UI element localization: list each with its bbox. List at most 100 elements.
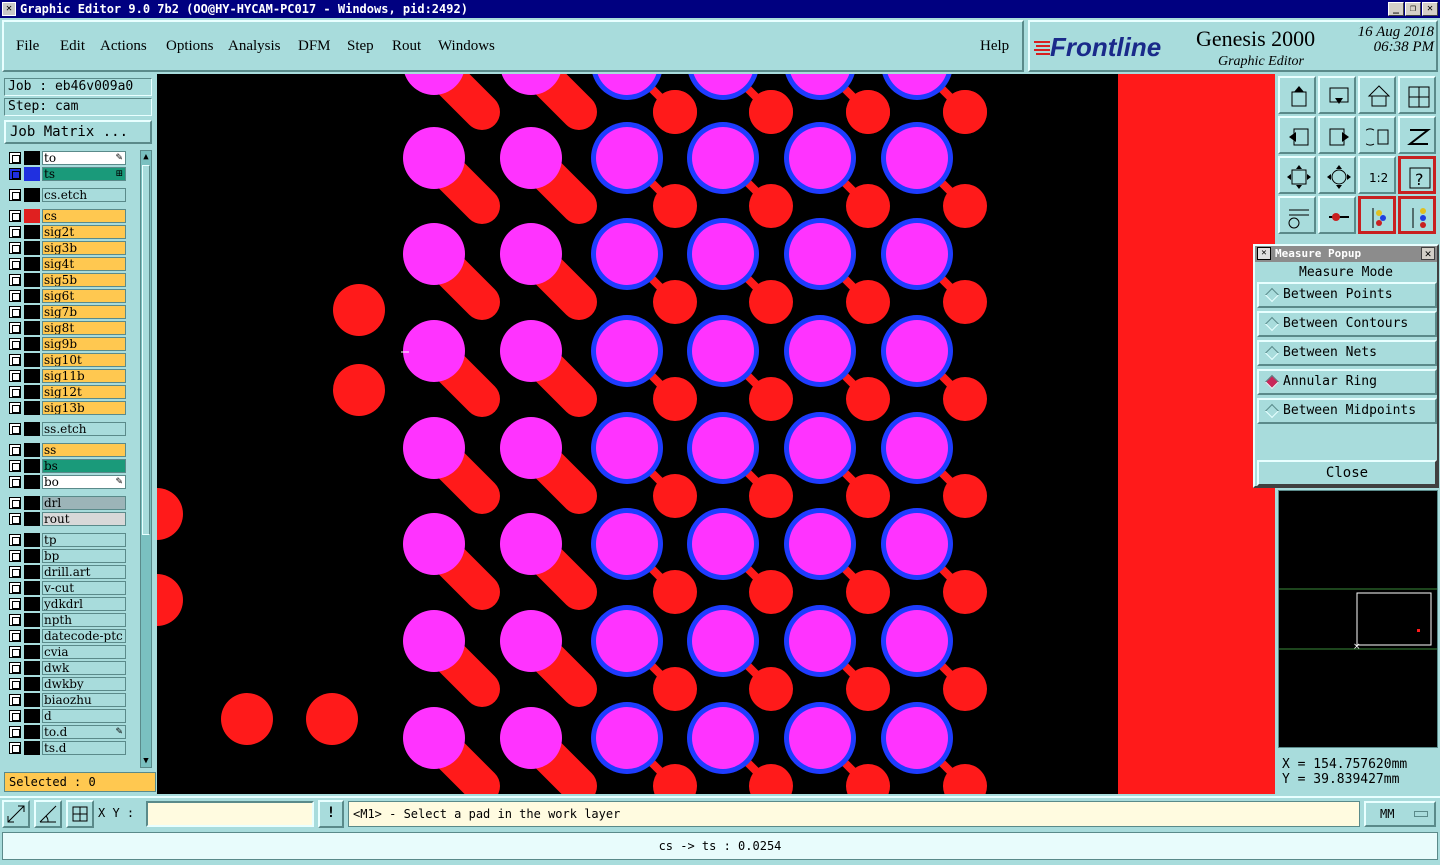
layer-checkbox[interactable] [9, 630, 21, 642]
layer-color-swatch[interactable] [24, 677, 40, 691]
layer-checkbox[interactable] [9, 258, 21, 270]
layer-row-sig4t[interactable]: sig4t [4, 256, 126, 272]
layer-checkbox[interactable] [9, 354, 21, 366]
layer-row-ts[interactable]: ts ⊞ [4, 166, 126, 182]
layer-row-sig10t[interactable]: sig10t [4, 352, 126, 368]
minimize-button[interactable]: _ [1388, 2, 1404, 16]
layer-color-swatch[interactable] [24, 289, 40, 303]
layer-row-sig8t[interactable]: sig8t [4, 320, 126, 336]
snap-button[interactable] [1318, 196, 1356, 234]
layer-color-swatch[interactable] [24, 725, 40, 739]
layer-color-swatch[interactable] [24, 209, 40, 223]
layer-row-sig5b[interactable]: sig5b [4, 272, 126, 288]
layer-row-ss[interactable]: ss [4, 442, 126, 458]
layer-name[interactable]: tp [42, 533, 126, 547]
layers-button[interactable] [1358, 196, 1396, 234]
layer-name[interactable]: v-cut [42, 581, 126, 595]
layer-name[interactable]: drill.art [42, 565, 126, 579]
popup-menu-icon[interactable]: ✕ [1257, 247, 1271, 260]
menu-file[interactable]: File [16, 38, 39, 55]
layer-row-dwk[interactable]: dwk [4, 660, 126, 676]
layer-name[interactable]: sig5b [42, 273, 126, 287]
layer-checkbox[interactable] [9, 226, 21, 238]
layer-name[interactable]: bp [42, 549, 126, 563]
layer-row-sig7b[interactable]: sig7b [4, 304, 126, 320]
option-between-nets[interactable]: Between Nets [1257, 340, 1437, 366]
help-button[interactable]: ? [1398, 156, 1436, 194]
menu-analysis[interactable]: Analysis [228, 38, 281, 55]
scroll-down-icon[interactable]: ▼ [141, 755, 151, 767]
layer-row-bs[interactable]: bs [4, 458, 126, 474]
ratio-button[interactable]: 1:2 [1358, 156, 1396, 194]
layer-color-swatch[interactable] [24, 257, 40, 271]
layer-name[interactable]: dwkby [42, 677, 126, 691]
angle-tool-button[interactable] [34, 800, 62, 828]
layer-row-cs[interactable]: cs [4, 208, 126, 224]
layer-name[interactable]: drl [42, 496, 126, 510]
layer-color-swatch[interactable] [24, 443, 40, 457]
layer-color-swatch[interactable] [24, 549, 40, 563]
popup-title-bar[interactable]: ✕ Measure Popup ✕ [1255, 246, 1437, 262]
layer-row-sig9b[interactable]: sig9b [4, 336, 126, 352]
tools-button[interactable] [1278, 196, 1316, 234]
layer-row-rout[interactable]: rout [4, 511, 126, 527]
option-between-midpoints[interactable]: Between Midpoints [1257, 398, 1437, 424]
layer-checkbox[interactable] [9, 152, 21, 164]
layer-checkbox[interactable] [9, 614, 21, 626]
menu-step[interactable]: Step [347, 38, 374, 55]
layer-color-swatch[interactable] [24, 225, 40, 239]
layer-name[interactable]: sig6t [42, 289, 126, 303]
layer-name[interactable]: cs.etch [42, 188, 126, 202]
layer-row-ydkdrl[interactable]: ydkdrl [4, 596, 126, 612]
fit-button[interactable] [1278, 156, 1316, 194]
unit-select[interactable]: MM [1364, 801, 1436, 827]
layer-checkbox[interactable] [9, 646, 21, 658]
layer-name[interactable]: bo ✎ [42, 475, 126, 489]
layer-row-bp[interactable]: bp [4, 548, 126, 564]
layer-color-swatch[interactable] [24, 741, 40, 755]
layer-checkbox[interactable] [9, 189, 21, 201]
layer-name[interactable]: sig9b [42, 337, 126, 351]
menu-windows[interactable]: Windows [438, 38, 495, 55]
menu-rout[interactable]: Rout [392, 38, 421, 55]
layer-name[interactable]: ss.etch [42, 422, 126, 436]
layer-checkbox[interactable] [9, 460, 21, 472]
pan-right-button[interactable] [1318, 116, 1356, 154]
layer-checkbox[interactable] [9, 306, 21, 318]
layer-row-cs-etch[interactable]: cs.etch [4, 187, 126, 203]
layer-color-swatch[interactable] [24, 369, 40, 383]
popup-close-button[interactable]: Close [1257, 460, 1437, 486]
layer-name[interactable]: sig11b [42, 369, 126, 383]
xy-input[interactable] [146, 801, 314, 827]
layer-name[interactable]: sig13b [42, 401, 126, 415]
option-between-points[interactable]: Between Points [1257, 282, 1437, 308]
layer-checkbox[interactable] [9, 582, 21, 594]
layer-row-drill-art[interactable]: drill.art [4, 564, 126, 580]
layer-checkbox[interactable] [9, 322, 21, 334]
layer-row-datecode-ptc[interactable]: datecode-ptc [4, 628, 126, 644]
layer-checkbox[interactable] [9, 598, 21, 610]
editor-icon[interactable]: ✕ [2, 2, 16, 16]
layer-name[interactable]: datecode-ptc [42, 629, 126, 643]
layer-color-swatch[interactable] [24, 401, 40, 415]
layer-row-to-d[interactable]: to.d ✎ [4, 724, 126, 740]
zoom-down-button[interactable] [1318, 76, 1356, 114]
layer-row-tp[interactable]: tp [4, 532, 126, 548]
layer-color-swatch[interactable] [24, 188, 40, 202]
layer-name[interactable]: ts ⊞ [42, 167, 126, 181]
layer-checkbox[interactable] [9, 402, 21, 414]
layer-name[interactable]: bs [42, 459, 126, 473]
close-window-button[interactable]: ✕ [1422, 2, 1438, 16]
layers-alt-button[interactable] [1398, 196, 1436, 234]
layer-row-npth[interactable]: npth [4, 612, 126, 628]
layer-color-swatch[interactable] [24, 661, 40, 675]
restore-button[interactable]: ❐ [1405, 2, 1421, 16]
layer-checkbox[interactable] [9, 662, 21, 674]
layer-color-swatch[interactable] [24, 475, 40, 489]
layer-checkbox[interactable] [9, 694, 21, 706]
layer-color-swatch[interactable] [24, 597, 40, 611]
layer-color-swatch[interactable] [24, 581, 40, 595]
layer-checkbox[interactable] [9, 386, 21, 398]
scroll-up-icon[interactable]: ▲ [141, 151, 151, 163]
pcb-view[interactable] [157, 74, 1275, 794]
